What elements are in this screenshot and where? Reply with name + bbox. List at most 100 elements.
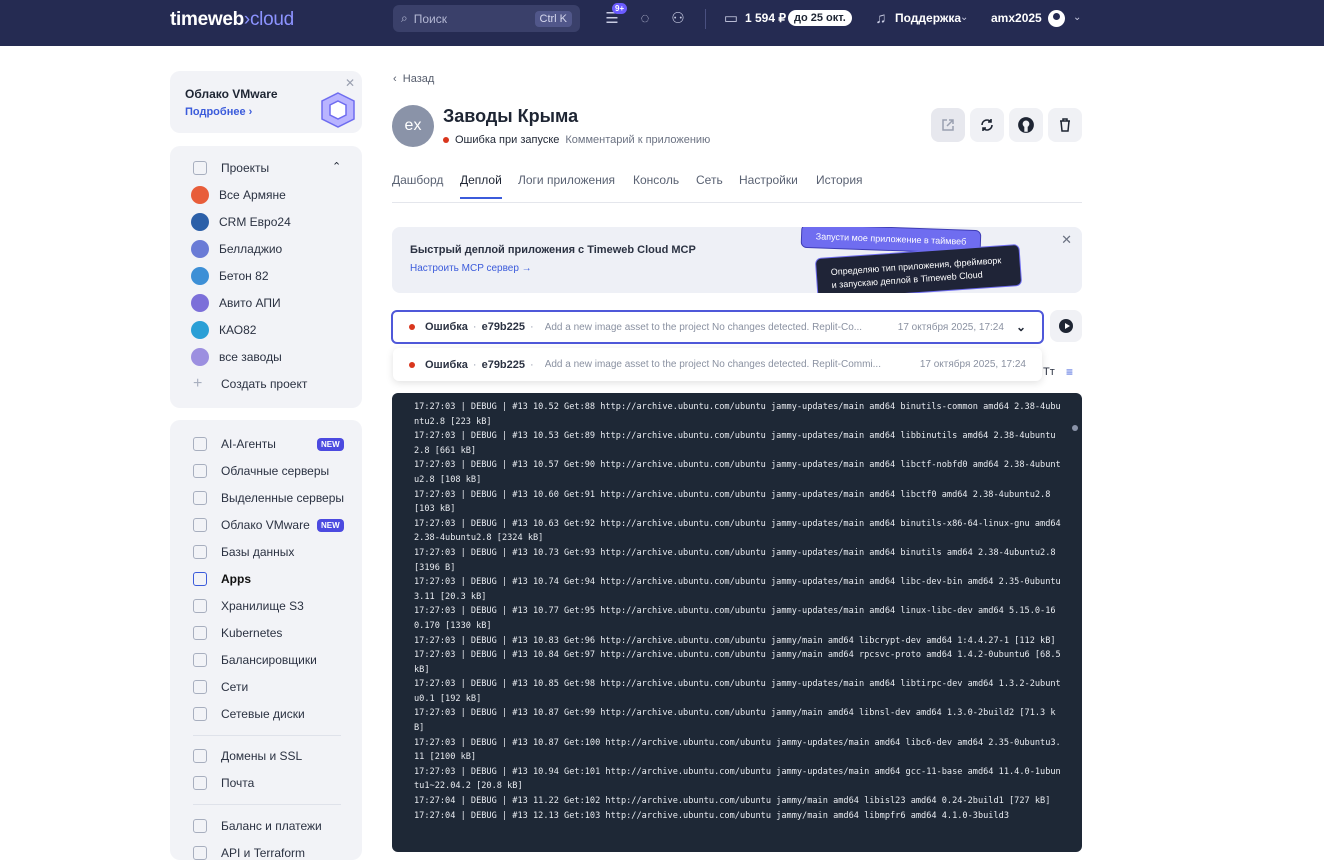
- sidebar-item[interactable]: Хранилище S3: [193, 596, 304, 616]
- external-link-icon: [942, 119, 954, 131]
- sidebar-item[interactable]: AI-Агенты NEW: [193, 434, 344, 454]
- sidebar-project-item[interactable]: Белладжио: [191, 239, 283, 259]
- user-avatar[interactable]: [1048, 10, 1065, 27]
- tab-console[interactable]: Консоль: [633, 173, 679, 187]
- balancer-icon: [193, 653, 207, 667]
- vmware-promo-card: Облако VMware Подробнее › ✕: [170, 71, 362, 133]
- promo-title: Облако VMware: [185, 87, 278, 101]
- divider: [193, 804, 341, 805]
- log-line: 17:27:04 | DEBUG | #13 12.13 Get:103 htt…: [414, 810, 1009, 821]
- deploy-log[interactable]: 17:27:03 | DEBUG | #13 10.52 Get:88 http…: [392, 393, 1082, 852]
- sidebar-project-item[interactable]: все заводы: [191, 347, 282, 367]
- sidebar-item[interactable]: Выделенные серверы: [193, 488, 344, 508]
- deploy-hash: e79b225: [481, 321, 526, 333]
- delete-button[interactable]: [1048, 108, 1082, 142]
- tab-deploy[interactable]: Деплой: [460, 173, 502, 199]
- promo-more-link[interactable]: Подробнее ›: [185, 106, 252, 118]
- error-status-dot: [409, 324, 415, 330]
- search-input[interactable]: ⌕ Поиск Ctrl K: [393, 5, 580, 32]
- username[interactable]: amx2025: [991, 11, 1042, 25]
- separator-dot: ·: [472, 321, 477, 333]
- deploy-date: 17 октября 2025, 17:24: [919, 359, 1026, 370]
- divider: [193, 735, 341, 736]
- sidebar-project-item[interactable]: CRM Евро24: [191, 212, 291, 232]
- restart-button[interactable]: [970, 108, 1004, 142]
- sidebar-item[interactable]: Apps: [193, 569, 251, 589]
- sidebar-item-label: Облачные серверы: [221, 464, 330, 478]
- wallet-icon[interactable]: ▭: [722, 10, 740, 28]
- due-date-badge: до 25 окт.: [788, 10, 852, 26]
- sidebar-item-label: Облако VMware: [221, 518, 310, 532]
- vmware-icon: [193, 518, 207, 532]
- logo[interactable]: timeweb›cloud: [170, 9, 294, 31]
- sidebar-item[interactable]: Домены и SSL: [193, 746, 302, 766]
- separator-dot: ·: [530, 358, 534, 371]
- sidebar-item[interactable]: Облако VMware NEW: [193, 515, 344, 535]
- chevron-up-icon[interactable]: ⌃: [332, 160, 341, 173]
- project-label: CRM Евро24: [219, 215, 291, 229]
- disk-icon: [193, 707, 207, 721]
- back-link[interactable]: ‹ Назад: [393, 73, 434, 85]
- scrollbar-thumb[interactable]: [1072, 425, 1078, 431]
- mcp-setup-link[interactable]: Настроить MCP сервер →: [410, 263, 532, 274]
- add-user-icon[interactable]: ⚇: [669, 10, 687, 28]
- lightbulb-icon[interactable]: ◌: [636, 10, 654, 28]
- project-label: Бетон 82: [219, 269, 269, 283]
- error-status-dot: [443, 137, 449, 143]
- storage-icon: [193, 599, 207, 613]
- tab-settings[interactable]: Настройки: [739, 173, 798, 187]
- comment-link[interactable]: Комментарий к приложению: [565, 134, 710, 146]
- project-label: КАО82: [219, 323, 257, 337]
- sidebar-project-item[interactable]: КАО82: [191, 320, 257, 340]
- sidebar-item[interactable]: Почта: [193, 773, 254, 793]
- error-status-dot: [409, 361, 415, 368]
- log-line: 17:27:03 | DEBUG | #13 10.73 Get:93 http…: [414, 547, 1061, 573]
- sidebar-item-label: Баланс и платежи: [221, 819, 322, 833]
- support-menu[interactable]: Поддержка: [895, 11, 961, 25]
- sidebar-item[interactable]: Баланс и платежи: [193, 816, 322, 836]
- close-icon[interactable]: ✕: [345, 76, 355, 90]
- sidebar-item-label: Хранилище S3: [221, 599, 304, 613]
- network-icon: [193, 680, 207, 694]
- headset-icon[interactable]: ♫: [872, 10, 890, 28]
- github-button[interactable]: [1009, 108, 1043, 142]
- chevron-down-icon[interactable]: ⌄: [960, 12, 968, 23]
- header-divider: [705, 9, 706, 29]
- wrap-lines-icon[interactable]: ≡: [1066, 365, 1073, 379]
- search-shortcut: Ctrl K: [534, 10, 572, 27]
- sidebar-item[interactable]: Облачные серверы: [193, 461, 329, 481]
- status-text: Ошибка при запуске: [455, 134, 560, 146]
- play-deploy-button[interactable]: [1050, 310, 1082, 342]
- sidebar-project-item[interactable]: Авито АПИ: [191, 293, 281, 313]
- trash-icon: [1060, 118, 1070, 132]
- create-project-button[interactable]: + Создать проект: [193, 374, 307, 394]
- sidebar-item[interactable]: API и Terraform: [193, 843, 305, 863]
- log-line: 17:27:03 | DEBUG | #13 10.74 Get:94 http…: [414, 577, 1061, 602]
- deploy-select[interactable]: Ошибка · e79b225 · Add a new image asset…: [391, 310, 1044, 344]
- sidebar-project-item[interactable]: Бетон 82: [191, 266, 269, 286]
- tab-network[interactable]: Сеть: [696, 173, 723, 187]
- deploy-option[interactable]: Ошибка · e79b225 · Add a new image asset…: [393, 348, 1042, 381]
- projects-header[interactable]: Проекты: [193, 158, 269, 178]
- sidebar-item[interactable]: Балансировщики: [193, 650, 317, 670]
- balance-amount[interactable]: 1 594 ₽: [745, 11, 786, 25]
- open-external-button[interactable]: [931, 108, 965, 142]
- sidebar-item[interactable]: Kubernetes: [193, 623, 282, 643]
- font-size-control[interactable]: Тт: [1043, 366, 1055, 378]
- mcp-banner: Быстрый деплой приложения с Timeweb Clou…: [392, 227, 1082, 293]
- sidebar-item[interactable]: Сети: [193, 677, 248, 697]
- sidebar-item[interactable]: Базы данных: [193, 542, 294, 562]
- project-label: Белладжио: [219, 242, 283, 256]
- project-label: Все Армяне: [219, 188, 286, 202]
- tab-history[interactable]: История: [816, 173, 863, 187]
- deploy-message: Add a new image asset to the project No …: [544, 359, 881, 370]
- chevron-down-icon[interactable]: ⌄: [1073, 12, 1081, 23]
- tab-dashboard[interactable]: Дашборд: [392, 173, 443, 187]
- close-icon[interactable]: ✕: [1061, 232, 1072, 248]
- robot-icon: [193, 437, 207, 451]
- project-avatar: [191, 213, 209, 231]
- tab-app-logs[interactable]: Логи приложения: [518, 173, 615, 187]
- top-bar: timeweb›cloud ⌕ Поиск Ctrl K ☰ 9+ ◌ ⚇ ▭ …: [0, 0, 1324, 46]
- sidebar-project-item[interactable]: Все Армяне: [191, 185, 286, 205]
- sidebar-item[interactable]: Сетевые диски: [193, 704, 305, 724]
